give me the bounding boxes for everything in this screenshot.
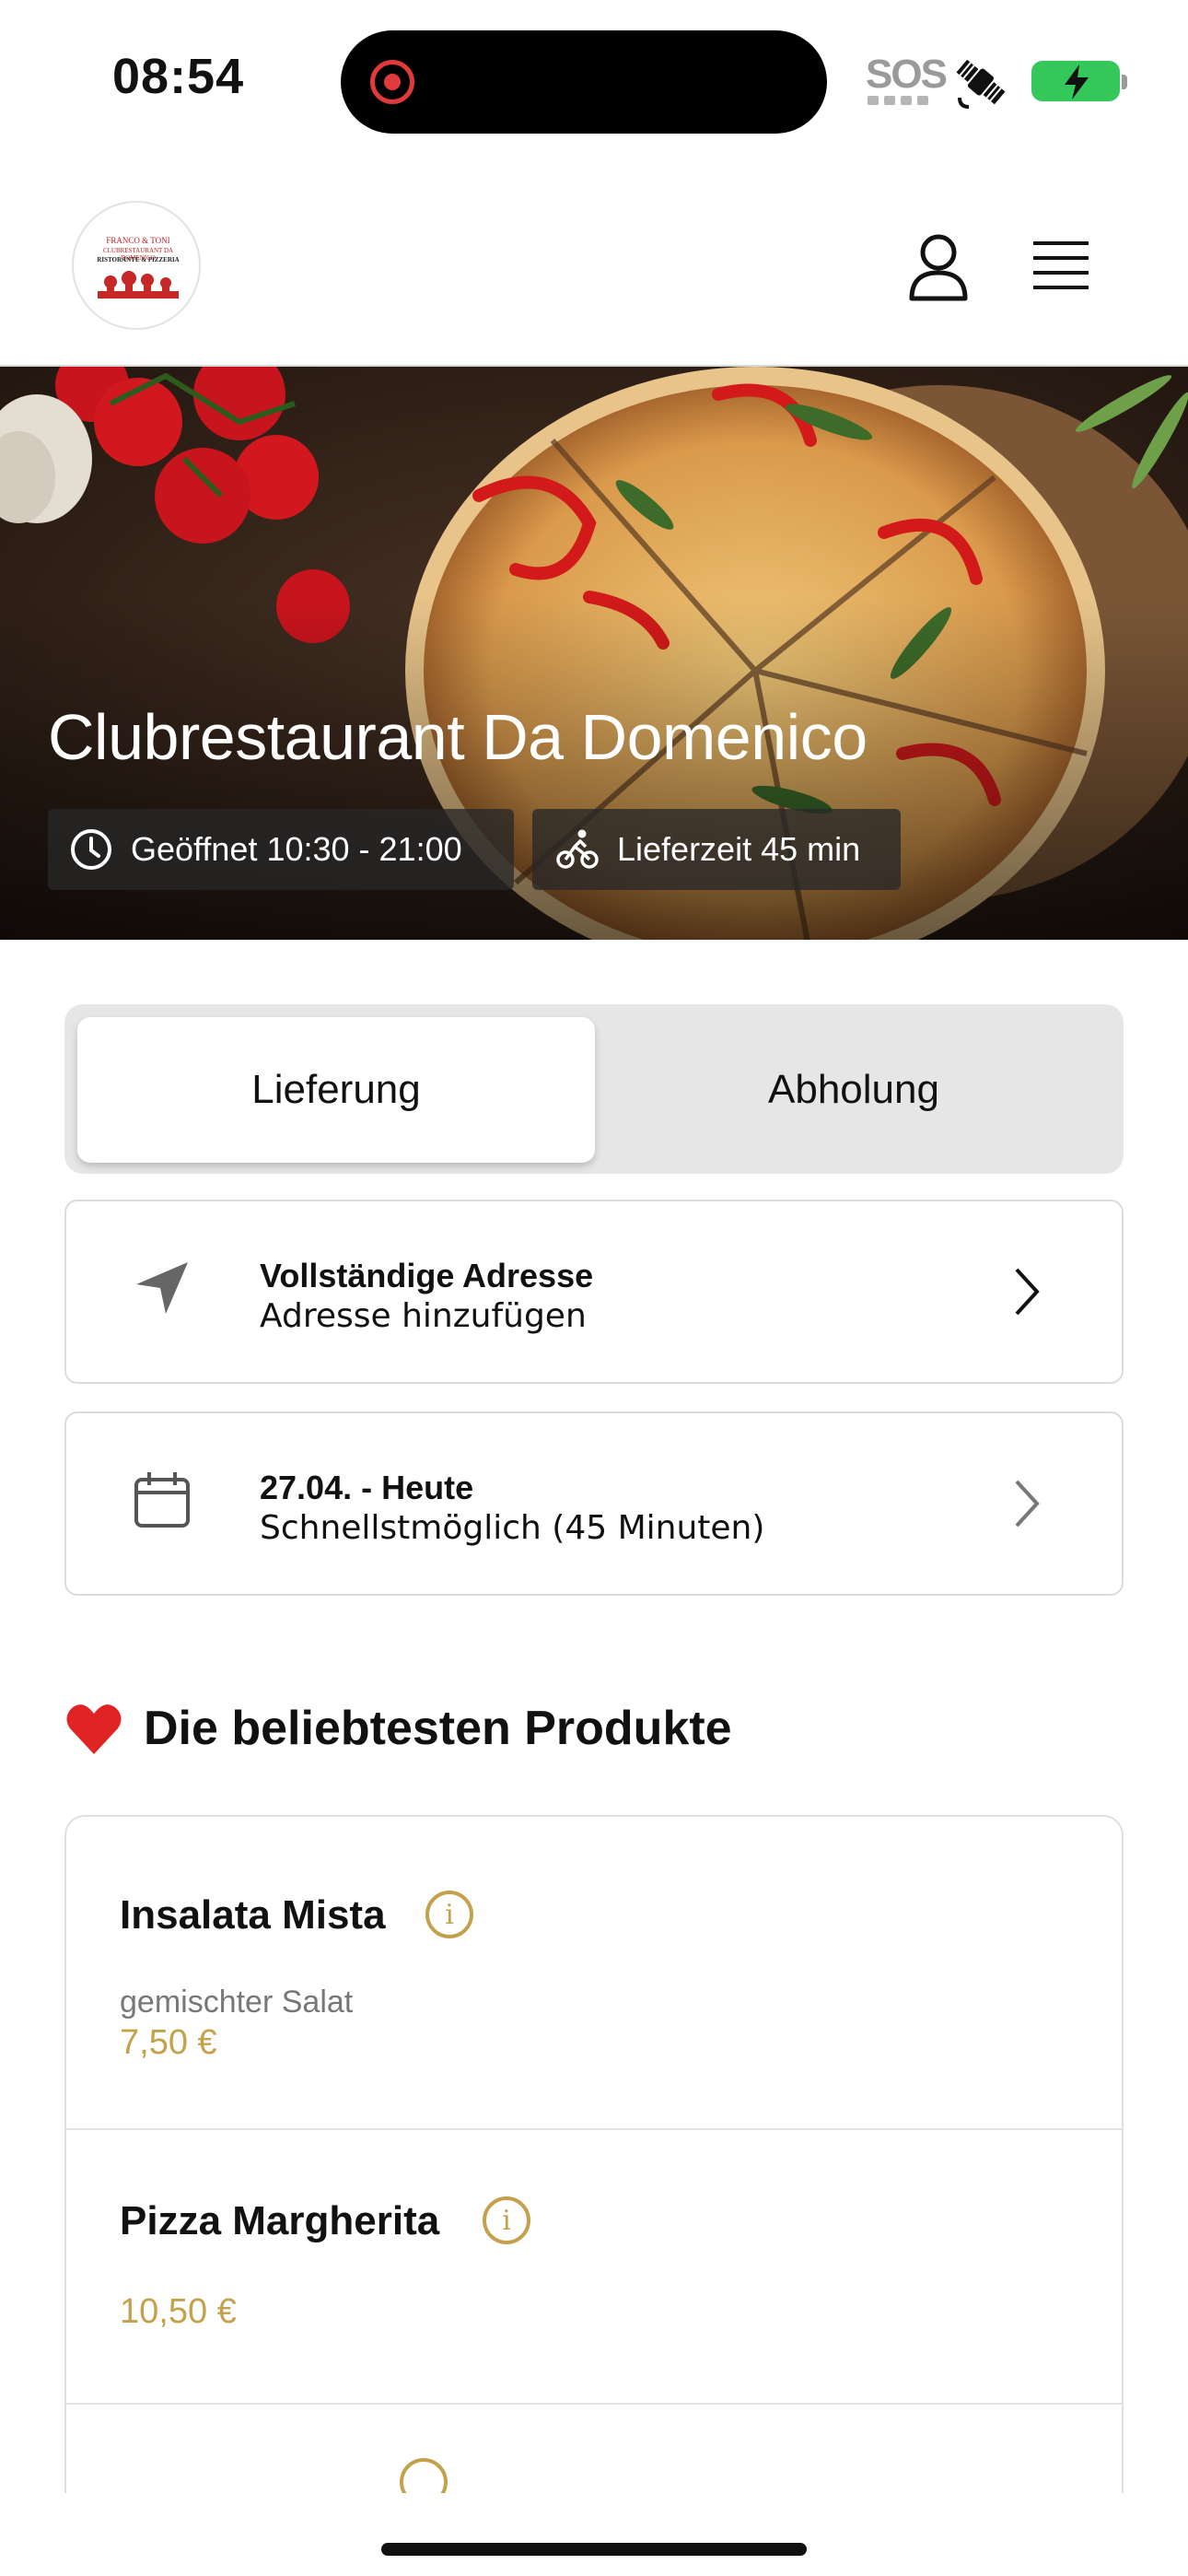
product-description: gemischter Salat [120, 1985, 354, 2020]
clock-icon [71, 829, 111, 870]
status-bar: 08:54 SOS [0, 0, 1188, 157]
product-price: 10,50 € [120, 2292, 237, 2331]
opening-hours-text: Geöffnet 10:30 - 21:00 [131, 830, 462, 868]
tab-delivery[interactable]: Lieferung [77, 1017, 595, 1163]
restaurant-name: Clubrestaurant Da Domenico [48, 701, 868, 773]
product-list: Insalata Mista i gemischter Salat 7,50 €… [64, 1815, 1124, 2493]
info-icon[interactable]: i [483, 2196, 530, 2244]
user-icon[interactable] [906, 232, 971, 302]
product-name: Pizza Margherita [120, 2198, 440, 2243]
tab-pickup[interactable]: Abholung [595, 1017, 1112, 1163]
restaurant-logo[interactable]: FRANCO & TONI CLUBRESTAURANT DA DOMENICO… [72, 201, 201, 330]
dynamic-island [341, 30, 827, 134]
logo-text-bottom: RISTORANTE & PIZZERIA [97, 256, 180, 263]
info-icon[interactable]: i [425, 1891, 473, 1938]
product-name: Insalata Mista [120, 1892, 386, 1938]
location-arrow-icon [136, 1262, 188, 1314]
address-card-title: Vollständige Adresse [260, 1257, 594, 1294]
satellite-icon [956, 59, 1006, 109]
delivery-date-subtitle: Schnellstmöglich (45 Minuten) [260, 1509, 765, 1547]
delivery-time-text: Lieferzeit 45 min [617, 830, 861, 868]
signal-dots [868, 96, 932, 107]
menu-icon[interactable] [1031, 238, 1090, 293]
product-item[interactable]: Pizza Margherita i 10,50 € [66, 2130, 1122, 2405]
popular-products-title: Die beliebtesten Produkte [144, 1702, 732, 1755]
chevron-right-icon [1015, 1480, 1040, 1528]
cyclist-icon [556, 829, 599, 869]
logo-illustration [98, 271, 179, 299]
recording-indicator-icon [370, 60, 414, 104]
app-header: FRANCO & TONI CLUBRESTAURANT DA DOMENICO… [0, 157, 1188, 367]
battery-charging-icon [1031, 61, 1127, 101]
calendar-icon [134, 1472, 190, 1528]
chevron-right-icon [1015, 1268, 1040, 1316]
status-time: 08:54 [112, 49, 245, 104]
product-item[interactable]: Insalata Mista i gemischter Salat 7,50 € [66, 1817, 1122, 2130]
logo-text-top: FRANCO & TONI [106, 236, 170, 245]
home-indicator[interactable] [381, 2543, 807, 2556]
order-mode-toggle: Lieferung Abholung [64, 1004, 1124, 1174]
opening-hours-badge: Geöffnet 10:30 - 21:00 [48, 809, 514, 890]
delivery-time-badge: Lieferzeit 45 min [532, 809, 901, 890]
info-icon[interactable] [400, 2458, 448, 2493]
product-price: 7,50 € [120, 2023, 217, 2062]
address-card-subtitle: Adresse hinzufügen [260, 1297, 587, 1335]
hero-banner: Clubrestaurant Da Domenico Geöffnet 10:3… [0, 367, 1188, 940]
product-item-partial[interactable] [66, 2405, 1122, 2493]
sos-indicator: SOS [866, 52, 948, 97]
delivery-time-card[interactable]: 27.04. - Heute Schnellstmöglich (45 Minu… [64, 1411, 1124, 1596]
heart-icon [66, 1704, 122, 1754]
address-card[interactable]: Vollständige Adresse Adresse hinzufügen [64, 1200, 1124, 1384]
popular-products-heading: Die beliebtesten Produkte [64, 1701, 732, 1756]
delivery-date-title: 27.04. - Heute [260, 1469, 474, 1506]
